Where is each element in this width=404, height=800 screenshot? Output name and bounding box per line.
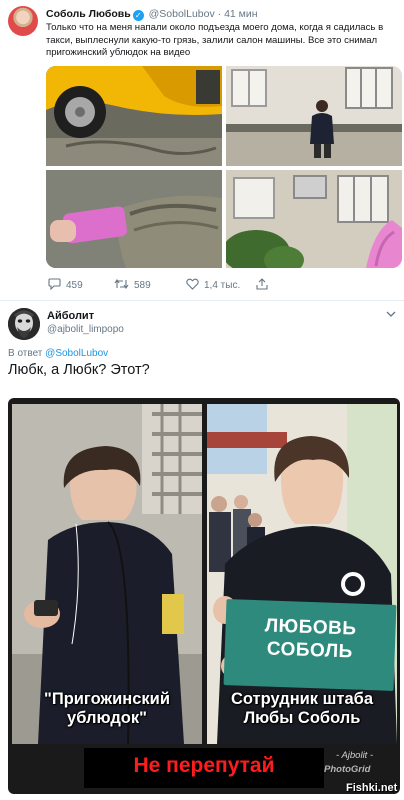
retweet-count: 589 <box>134 280 151 291</box>
reply-text: Любк, а Любк? Этот? <box>8 362 150 378</box>
original-tweet: Соболь Любовь ✓ @SobolLubov · 41 мин Толь… <box>0 0 404 300</box>
tweet-text: Только что на меня напали около подъезда… <box>46 22 384 58</box>
photo-man-building[interactable] <box>226 66 402 166</box>
retweet-action[interactable]: 589 <box>114 278 151 293</box>
meme-left-photo: "Пригожинский ублюдок" <box>12 404 202 744</box>
reply-icon <box>48 278 61 293</box>
reply-count: 459 <box>66 280 83 291</box>
share-icon <box>256 278 268 293</box>
meme-app-signature: PhotoGrid <box>324 764 371 775</box>
photo-taxi[interactable] <box>46 66 222 166</box>
reply-context: В ответ @SobolLubov <box>8 348 108 359</box>
verified-icon: ✓ <box>132 10 144 21</box>
reply-author-avatar[interactable] <box>8 308 40 340</box>
share-action[interactable] <box>256 278 268 293</box>
meme-signature: - Ajbolit - <box>336 750 374 761</box>
tweet-time[interactable]: · 41 мин <box>218 8 258 20</box>
reply-meme-image[interactable]: "Пригожинский ублюдок" ЛЮБОВЬ СОБОЛЬ Сот… <box>8 398 400 794</box>
reply-author-handle[interactable]: @ajbolit_limpopo <box>47 324 124 335</box>
tweet-header: Соболь Любовь ✓ @SobolLubov · 41 мин <box>46 8 258 21</box>
photo-sleeve[interactable] <box>46 170 222 268</box>
site-watermark: Fishki.net <box>346 782 398 794</box>
chevron-down-icon[interactable] <box>386 310 396 321</box>
left-caption: "Пригожинский ублюдок" <box>44 690 170 727</box>
reply-prefix: В ответ <box>8 348 43 359</box>
banner-text: Не перепутай <box>133 754 275 777</box>
photo-building-pink[interactable] <box>226 170 402 268</box>
retweet-icon <box>114 278 129 293</box>
reply-action[interactable]: 459 <box>48 278 83 293</box>
meme-right-photo: ЛЮБОВЬ СОБОЛЬ Сотрудник штаба Любы Собол… <box>207 404 397 744</box>
sign-text: ЛЮБОВЬ СОБОЛЬ <box>264 615 357 663</box>
author-handle[interactable]: @SobolLubov <box>149 8 215 20</box>
like-icon <box>186 278 199 293</box>
reply-to-link[interactable]: @SobolLubov <box>45 348 108 359</box>
author-name[interactable]: Соболь Любовь <box>46 8 131 20</box>
warning-banner: Не перепутай <box>84 748 324 788</box>
divider <box>0 300 404 301</box>
right-caption: Сотрудник штаба Любы Соболь <box>230 690 374 727</box>
reply-author-name[interactable]: Айболит <box>47 310 94 322</box>
tweet-photo-grid <box>46 66 402 268</box>
sobol-sign: ЛЮБОВЬ СОБОЛЬ <box>223 599 397 691</box>
like-action[interactable]: 1,4 тыс. <box>186 278 240 293</box>
author-avatar[interactable] <box>8 6 38 36</box>
like-count: 1,4 тыс. <box>204 280 241 291</box>
tweet-actions: 459 589 1,4 тыс. <box>48 278 288 294</box>
